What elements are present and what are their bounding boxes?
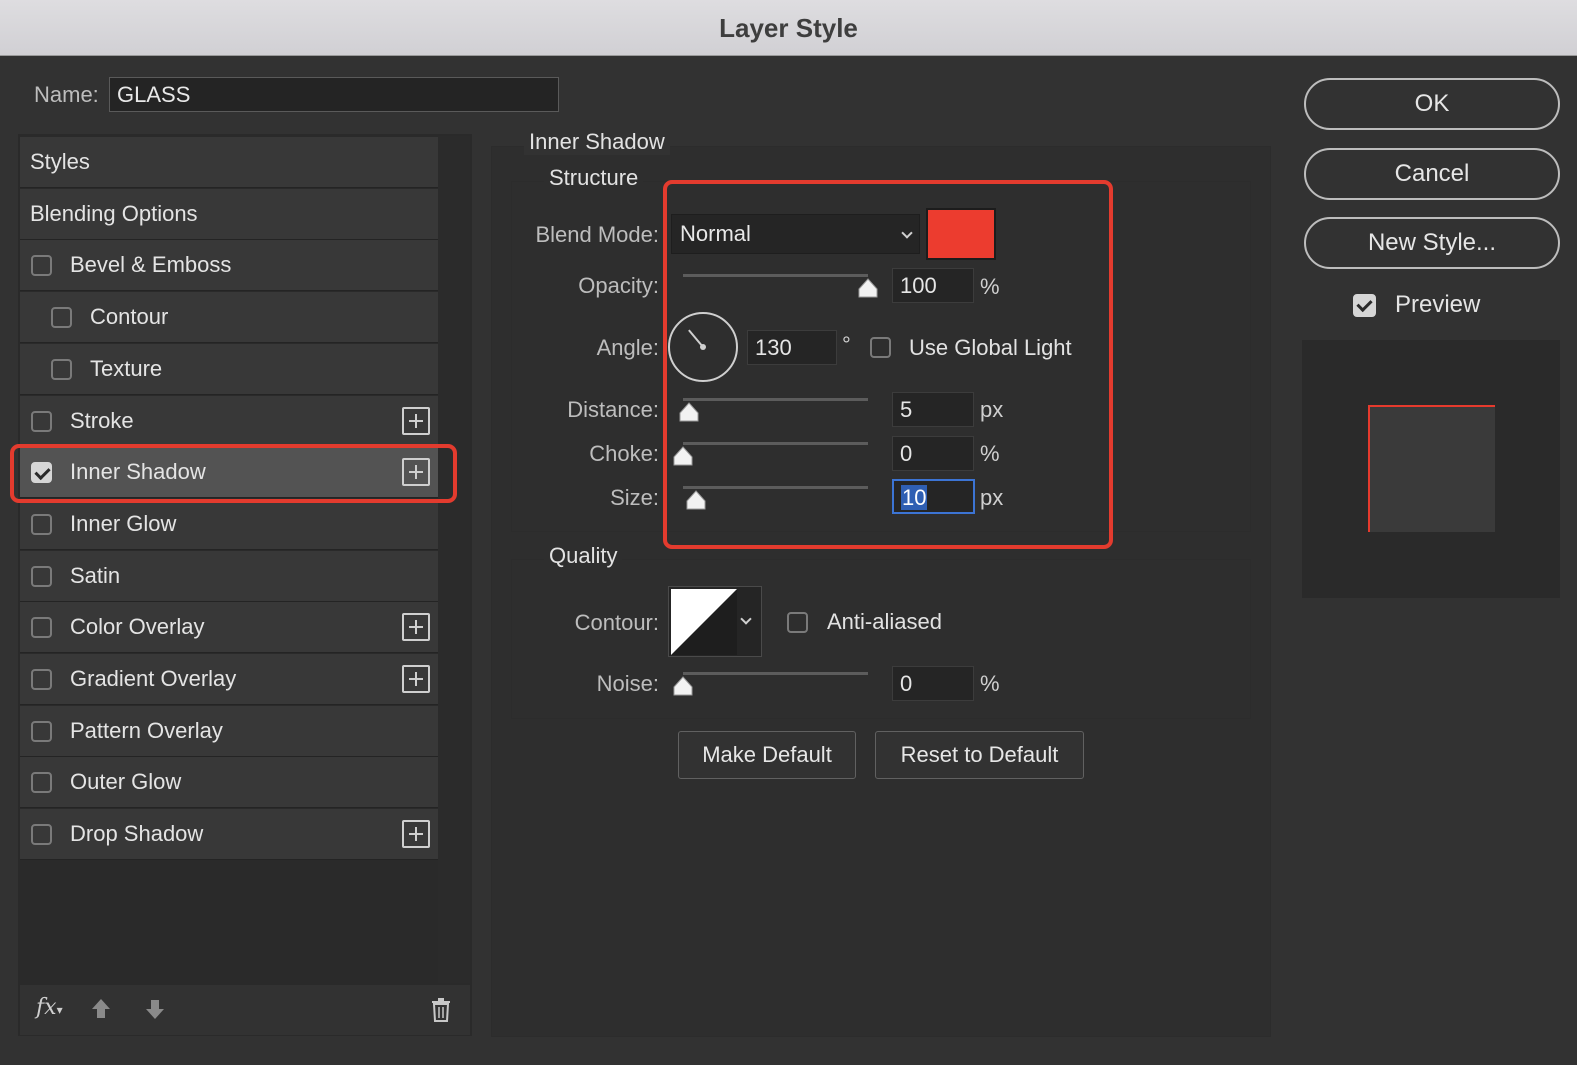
cancel-button[interactable]: Cancel	[1304, 148, 1560, 200]
reset-to-default-button[interactable]: Reset to Default	[875, 731, 1084, 779]
styles-list-item-label: Bevel & Emboss	[70, 252, 232, 277]
styles-list-item-label: Pattern Overlay	[70, 718, 223, 743]
styles-list-checkbox[interactable]	[31, 669, 52, 690]
style-preview-box	[1302, 340, 1560, 598]
move-down-icon[interactable]	[144, 997, 166, 1026]
preview-checkbox[interactable]	[1353, 294, 1376, 317]
styles-list-item-label: Satin	[70, 563, 121, 588]
styles-list-item-label: Inner Glow	[70, 511, 177, 536]
window-title: Layer Style	[0, 0, 1577, 56]
anti-aliased-label: Anti-aliased	[827, 609, 942, 634]
styles-list-item-label: Gradient Overlay	[70, 666, 237, 691]
structure-highlight	[663, 180, 1113, 549]
styles-list-item-drop-shadow[interactable]: Drop Shadow	[20, 809, 438, 860]
styles-list-checkbox[interactable]	[51, 359, 72, 380]
angle-label: Angle:	[596, 335, 659, 360]
styles-list-item-blending-options[interactable]: Blending Options	[20, 189, 438, 240]
noise-slider-thumb[interactable]	[673, 676, 693, 696]
styles-list-item-texture[interactable]: Texture	[20, 344, 438, 395]
blend-mode-label: Blend Mode:	[535, 222, 659, 247]
styles-list-item-pattern-overlay[interactable]: Pattern Overlay	[20, 706, 438, 757]
distance-label: Distance:	[567, 397, 659, 422]
styles-list-checkbox[interactable]	[31, 411, 52, 432]
styles-list-scrollbar[interactable]	[438, 136, 470, 983]
new-style-button[interactable]: New Style...	[1304, 217, 1560, 269]
styles-list-item-label: Blending Options	[30, 201, 198, 226]
styles-list-item-outer-glow[interactable]: Outer Glow	[20, 757, 438, 808]
styles-list-item-label: Texture	[90, 356, 163, 381]
styles-list-checkbox[interactable]	[31, 617, 52, 638]
preview-label: Preview	[1395, 291, 1481, 318]
quality-title: Quality	[544, 543, 623, 569]
chevron-down-icon	[740, 613, 752, 625]
add-effect-plus-icon[interactable]	[402, 613, 430, 641]
styles-list-item-contour[interactable]: Contour	[20, 292, 438, 343]
opacity-label: Opacity:	[578, 273, 659, 298]
styles-list-item-label: Styles	[30, 149, 90, 174]
styles-list-item-inner-glow[interactable]: Inner Glow	[20, 499, 438, 550]
add-effect-plus-icon[interactable]	[402, 665, 430, 693]
styles-list-checkbox[interactable]	[31, 255, 52, 276]
add-effect-plus-icon[interactable]	[402, 820, 430, 848]
styles-list-footer: fx▾	[20, 985, 470, 1035]
styles-list-item-satin[interactable]: Satin	[20, 551, 438, 602]
styles-list-item-color-overlay[interactable]: Color Overlay	[20, 602, 438, 653]
styles-list-checkbox[interactable]	[31, 721, 52, 742]
styles-list-checkbox[interactable]	[31, 514, 52, 535]
size-label: Size:	[610, 485, 659, 510]
styles-list-item-label: Stroke	[70, 408, 134, 433]
inner-shadow-highlight	[10, 444, 457, 503]
name-input[interactable]: GLASS	[109, 77, 559, 112]
contour-picker[interactable]	[668, 586, 762, 657]
contour-label: Contour:	[574, 610, 659, 635]
styles-list-checkbox[interactable]	[31, 566, 52, 587]
styles-list-item-label: Outer Glow	[70, 769, 182, 794]
structure-title: Structure	[544, 165, 644, 191]
choke-label: Choke:	[589, 441, 659, 466]
styles-list-item-gradient-overlay[interactable]: Gradient Overlay	[20, 654, 438, 705]
make-default-button[interactable]: Make Default	[678, 731, 856, 779]
fx-icon[interactable]: fx▾	[36, 995, 63, 1020]
styles-list-checkbox[interactable]	[51, 307, 72, 328]
noise-label: Noise:	[596, 671, 659, 696]
styles-list-item-label: Contour	[90, 304, 169, 329]
styles-list-item-stroke[interactable]: Stroke	[20, 396, 438, 447]
noise-slider[interactable]	[683, 672, 868, 675]
styles-list-checkbox[interactable]	[31, 824, 52, 845]
styles-list-item-styles[interactable]: Styles	[20, 137, 438, 188]
noise-input[interactable]: 0	[892, 666, 974, 701]
styles-list-item-bevel-emboss[interactable]: Bevel & Emboss	[20, 240, 438, 291]
noise-unit: %	[980, 671, 1000, 696]
styles-list-item-label: Color Overlay	[70, 614, 205, 639]
anti-aliased-checkbox[interactable]	[787, 612, 808, 633]
contour-curve-icon	[671, 589, 737, 655]
trash-icon[interactable]	[430, 997, 452, 1028]
ok-button[interactable]: OK	[1304, 78, 1560, 130]
styles-list-item-label: Drop Shadow	[70, 821, 204, 846]
name-label: Name:	[34, 82, 99, 107]
add-effect-plus-icon[interactable]	[402, 407, 430, 435]
move-up-icon[interactable]	[90, 997, 112, 1026]
inner-shadow-title: Inner Shadow	[524, 129, 670, 155]
styles-list-checkbox[interactable]	[31, 772, 52, 793]
style-preview-swatch	[1368, 405, 1495, 532]
